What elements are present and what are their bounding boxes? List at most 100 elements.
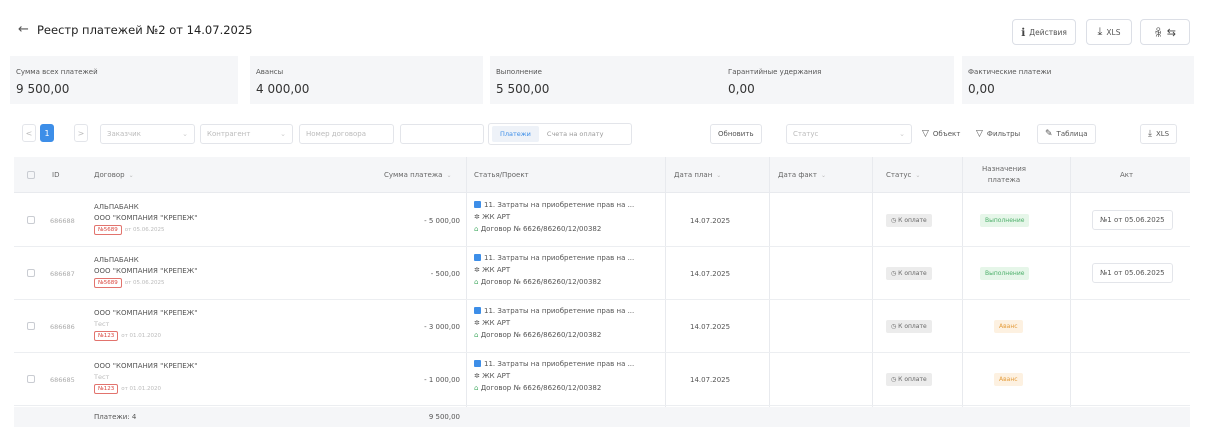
actions-label: Действия	[1029, 27, 1067, 37]
project-icon: ✲	[474, 372, 480, 380]
back-arrow-icon[interactable]: ←	[18, 22, 29, 37]
column-header-article[interactable]: Статья/Проект	[474, 157, 529, 193]
actions-button[interactable]: ℹ Действия	[1012, 19, 1076, 45]
filter-icon: ▽	[922, 129, 929, 139]
column-header-amount[interactable]: Сумма платежа ⌄	[384, 157, 451, 193]
contract-tag[interactable]: №123 от 01.01.2020	[94, 331, 161, 341]
row-name-secondary: ООО "КОМПАНИЯ "КРЕПЕЖ"	[94, 267, 198, 275]
object-label: Объект	[932, 130, 961, 138]
search-input[interactable]	[400, 124, 484, 144]
select-all-checkbox[interactable]	[27, 171, 35, 179]
row-project: ✲ ЖК АРТ	[474, 213, 511, 221]
stat-card: Фактические платежи 0,00	[962, 56, 1194, 104]
customer-select[interactable]: Заказчик ⌄	[100, 124, 195, 144]
stat-value: 0,00	[968, 82, 995, 96]
filter-bar: < 1 > Заказчик ⌄ Контрагент ⌄ Номер дого…	[0, 118, 1205, 148]
article-icon	[474, 201, 481, 208]
prev-page-button[interactable]: <	[22, 124, 36, 142]
page-title: Реестр платежей №2 от 14.07.2025	[37, 23, 253, 37]
act-button[interactable]: №1 от 05.06.2025	[1092, 263, 1173, 283]
row-amount: - 1 000,00	[424, 376, 460, 384]
row-checkbox[interactable]	[27, 322, 35, 330]
edit-icon: ✎	[1045, 129, 1053, 139]
row-checkbox[interactable]	[27, 216, 35, 224]
clock-icon: ◷	[891, 270, 897, 277]
table-row[interactable]: 686686 ООО "КОМПАНИЯ "КРЕПЕЖ" Тест №123 о…	[14, 300, 1190, 353]
column-header-contract[interactable]: Договор ⌄	[94, 157, 134, 193]
filters-label: Фильтры	[986, 130, 1021, 138]
row-id: 686687	[50, 270, 75, 278]
row-article: 11. Затраты на приобретение прав на ...	[474, 201, 634, 209]
row-name-secondary: Тест	[94, 320, 110, 328]
row-contract-link[interactable]: ⌂ Договор № 6626/86260/12/00382	[474, 384, 601, 392]
row-date-plan: 14.07.2025	[690, 323, 731, 331]
row-date-plan: 14.07.2025	[690, 376, 731, 384]
export-xls-button[interactable]: ⤓ XLS	[1086, 19, 1132, 45]
page-number-button[interactable]: 1	[40, 124, 54, 142]
row-contract-link[interactable]: ⌂ Договор № 6626/86260/12/00382	[474, 225, 601, 233]
info-icon: ℹ	[1021, 25, 1026, 39]
contract-tag[interactable]: №5689 от 05.06.2025	[94, 225, 165, 235]
row-name-primary: ООО "КОМПАНИЯ "КРЕПЕЖ"	[94, 309, 198, 317]
object-filter-button[interactable]: ▽ Объект	[922, 124, 960, 144]
column-header-status[interactable]: Статус ⌄	[886, 157, 920, 193]
column-header-act[interactable]: Акт	[1120, 157, 1133, 193]
next-page-button[interactable]: >	[74, 124, 88, 142]
table-label: Таблица	[1056, 130, 1088, 138]
export-xls-table-button[interactable]: ⤓ XLS	[1140, 124, 1178, 144]
filters-button[interactable]: ▽ Фильтры	[976, 124, 1020, 144]
stat-card: Гарантийные удержания 0,00	[722, 56, 954, 104]
clock-icon: ◷	[891, 323, 897, 330]
purpose-badge: Аванс	[994, 373, 1023, 386]
stat-value: 9 500,00	[16, 82, 70, 96]
row-id: 686685	[50, 376, 75, 384]
table-row[interactable]: 686685 ООО "КОМПАНИЯ "КРЕПЕЖ" Тест №123 о…	[14, 353, 1190, 406]
row-contract-link[interactable]: ⌂ Договор № 6626/86260/12/00382	[474, 331, 601, 339]
purpose-badge: Выполнение	[980, 267, 1030, 280]
purpose-badge: Аванс	[994, 320, 1023, 333]
stat-label: Авансы	[256, 68, 284, 76]
article-icon	[474, 307, 481, 314]
clock-icon: ◷	[891, 217, 897, 224]
contract-placeholder: Номер договора	[306, 130, 367, 138]
row-checkbox[interactable]	[27, 375, 35, 383]
status-badge: ◷ К оплате	[886, 267, 932, 280]
table-settings-button[interactable]: ✎ Таблица	[1037, 124, 1096, 144]
table-footer: Платежи: 4 9 500,00	[14, 407, 1190, 427]
contractor-placeholder: Контрагент	[207, 130, 251, 138]
contract-tag[interactable]: №123 от 01.01.2020	[94, 384, 161, 394]
stat-card: Выполнение 5 500,00	[490, 56, 726, 104]
row-project: ✲ ЖК АРТ	[474, 372, 511, 380]
table-row[interactable]: 686687 АЛЬПАБАНК ООО "КОМПАНИЯ "КРЕПЕЖ" …	[14, 247, 1190, 300]
sort-icon: ⌄	[716, 171, 722, 179]
stat-label: Гарантийные удержания	[728, 68, 822, 76]
stat-value: 5 500,00	[496, 82, 550, 96]
contract-tag[interactable]: №5689 от 05.06.2025	[94, 278, 165, 288]
contract-number-input[interactable]: Номер договора	[299, 124, 394, 144]
tab-payments[interactable]: Платежи	[492, 126, 539, 142]
users-toggle-button[interactable]: ꆜ ⇆	[1140, 19, 1190, 45]
column-header-date-fact[interactable]: Дата факт ⌄	[778, 157, 826, 193]
sort-icon: ⌄	[915, 171, 921, 179]
act-button[interactable]: №1 от 05.06.2025	[1092, 210, 1173, 230]
column-header-date-plan[interactable]: Дата план ⌄	[674, 157, 721, 193]
status-select[interactable]: Статус ⌄	[786, 124, 912, 144]
column-header-id[interactable]: ID	[52, 157, 59, 193]
column-header-purpose[interactable]: Назначения платежа	[974, 157, 1034, 193]
row-id: 686686	[50, 323, 75, 331]
row-contract-link[interactable]: ⌂ Договор № 6626/86260/12/00382	[474, 278, 601, 286]
refresh-button[interactable]: Обновить	[710, 124, 762, 144]
clock-icon: ◷	[891, 376, 897, 383]
table-row[interactable]: 686688 АЛЬПАБАНК ООО "КОМПАНИЯ "КРЕПЕЖ" …	[14, 194, 1190, 247]
row-project: ✲ ЖК АРТ	[474, 266, 511, 274]
row-checkbox[interactable]	[27, 269, 35, 277]
contractor-select[interactable]: Контрагент ⌄	[200, 124, 293, 144]
filter-icon: ▽	[976, 129, 983, 139]
row-amount: - 500,00	[430, 270, 460, 278]
building-icon: ⌂	[474, 384, 479, 392]
building-icon: ⌂	[474, 331, 479, 339]
tab-invoices[interactable]: Счета на оплату	[539, 126, 612, 142]
payments-total: 9 500,00	[428, 413, 460, 421]
building-icon: ⌂	[474, 225, 479, 233]
row-project: ✲ ЖК АРТ	[474, 319, 511, 327]
